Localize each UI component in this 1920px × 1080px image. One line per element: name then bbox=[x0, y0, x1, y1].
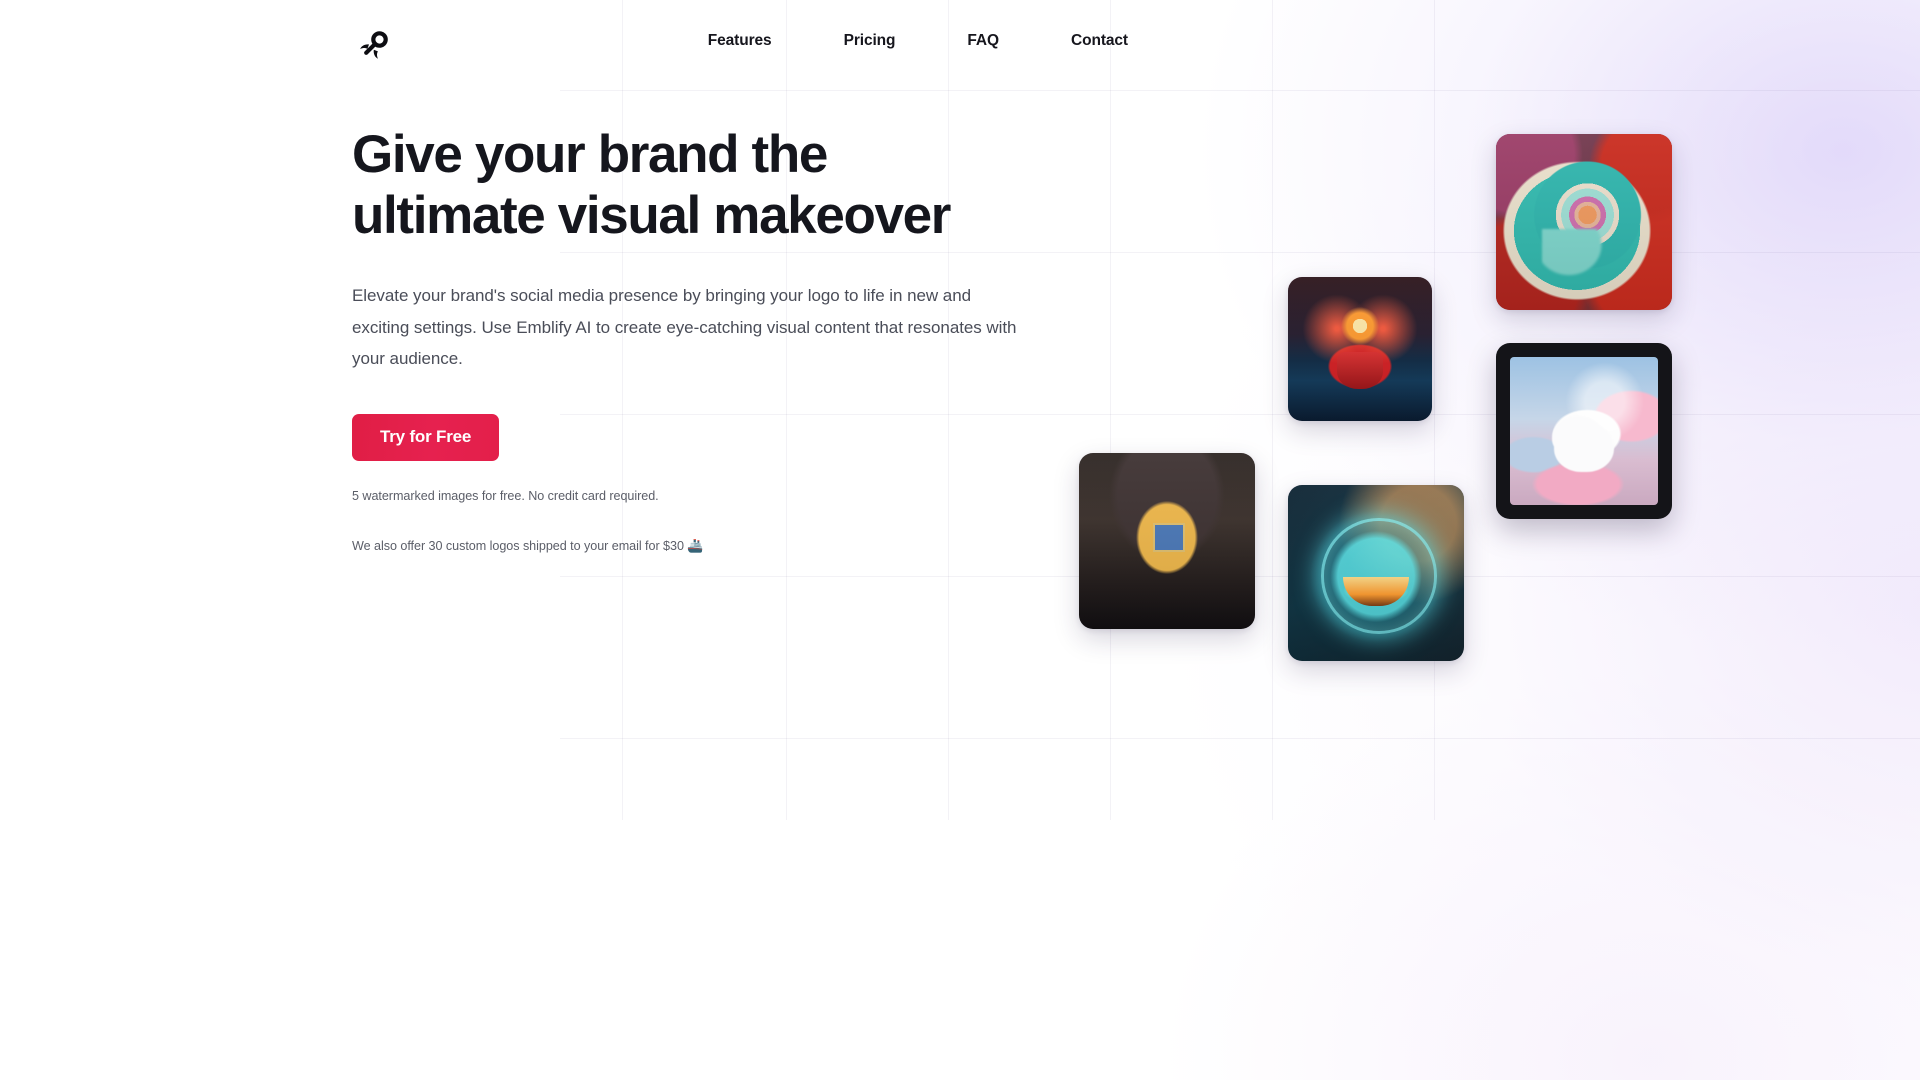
nav-link-pricing[interactable]: Pricing bbox=[834, 26, 906, 56]
hero-headline: Give your brand the ultimate visual make… bbox=[352, 125, 951, 245]
fineprint-custom-logos: We also offer 30 custom logos shipped to… bbox=[352, 532, 1052, 560]
hero-tile-emoji[interactable] bbox=[1288, 485, 1464, 661]
hero-subheadline: Elevate your brand's social media presen… bbox=[352, 286, 1017, 368]
landing-page: Features Pricing FAQ Contact Give your b… bbox=[0, 0, 1920, 1080]
hero-tile-rabbit[interactable] bbox=[1496, 343, 1672, 519]
picture-frame bbox=[1510, 357, 1658, 505]
fineprint-free-trial: 5 watermarked images for free. No credit… bbox=[352, 488, 659, 503]
nav-link-faq[interactable]: FAQ bbox=[957, 26, 1009, 56]
nav-link-contact[interactable]: Contact bbox=[1061, 26, 1138, 56]
hero-tile-fireworks[interactable] bbox=[1288, 277, 1432, 421]
hero-tile-cathedral[interactable] bbox=[1079, 453, 1255, 629]
example-gallery-filmstrip bbox=[0, 780, 1920, 1080]
tile-veil bbox=[1288, 277, 1432, 421]
tile-veil bbox=[1496, 134, 1672, 310]
nav-link-features[interactable]: Features bbox=[698, 26, 782, 56]
hero-section: Give your brand the ultimate visual make… bbox=[352, 124, 1052, 560]
ship-emoji-icon: 🚢 bbox=[687, 537, 704, 553]
tile-veil bbox=[1288, 485, 1464, 661]
site-header: Features Pricing FAQ Contact bbox=[0, 0, 1920, 88]
rabbit-cherry-blossom-image bbox=[1510, 357, 1658, 505]
fineprint-custom-logos-text: We also offer 30 custom logos shipped to… bbox=[352, 538, 684, 553]
tile-veil bbox=[1079, 453, 1255, 629]
hero-tile-lagoon[interactable] bbox=[1496, 134, 1672, 310]
try-for-free-button[interactable]: Try for Free bbox=[352, 413, 500, 461]
primary-nav: Features Pricing FAQ Contact bbox=[0, 26, 1920, 56]
